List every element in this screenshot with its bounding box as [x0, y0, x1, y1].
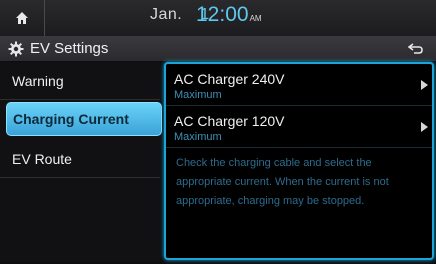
back-arrow-icon — [408, 43, 423, 54]
option-title: AC Charger 120V — [174, 113, 285, 129]
clock-time: 12:00 — [196, 3, 249, 26]
option-ac-charger-240v[interactable]: AC Charger 240V Maximum — [166, 66, 432, 106]
charging-notice-text: Check the charging cable and select the … — [176, 157, 389, 207]
gear-icon — [8, 41, 24, 57]
option-value: Maximum — [174, 131, 222, 143]
option-title: AC Charger 240V — [174, 71, 285, 87]
clock-display: 12:00 AM — [196, 3, 262, 27]
charging-current-panel: AC Charger 240V Maximum AC Charger 120V … — [164, 62, 434, 260]
home-button[interactable] — [0, 0, 45, 36]
menu-item-label: Warning — [12, 72, 64, 89]
menu-item-warning[interactable]: Warning — [0, 62, 160, 100]
option-value: Maximum — [174, 89, 222, 101]
menu-item-charging-current[interactable]: Charging Current — [6, 102, 162, 136]
home-icon — [16, 12, 28, 24]
chevron-right-icon — [421, 122, 428, 132]
ev-settings-screen: Jan. 1 12:00 AM EV Settings Warning Char… — [0, 0, 436, 264]
chevron-right-icon — [421, 80, 428, 90]
menu-item-label: EV Route — [12, 150, 72, 167]
clock-ampm: AM — [249, 14, 262, 23]
status-bar: Jan. 1 12:00 AM — [0, 0, 436, 37]
settings-menu: Warning Charging Current EV Route — [0, 62, 162, 262]
menu-item-label: Charging Current — [13, 111, 129, 127]
date-month: Jan. — [150, 6, 183, 23]
option-ac-charger-120v[interactable]: AC Charger 120V Maximum — [166, 108, 432, 148]
page-title: EV Settings — [30, 40, 109, 57]
title-bar: EV Settings — [0, 37, 436, 61]
back-button[interactable] — [396, 37, 436, 61]
menu-item-ev-route[interactable]: EV Route — [0, 140, 160, 178]
